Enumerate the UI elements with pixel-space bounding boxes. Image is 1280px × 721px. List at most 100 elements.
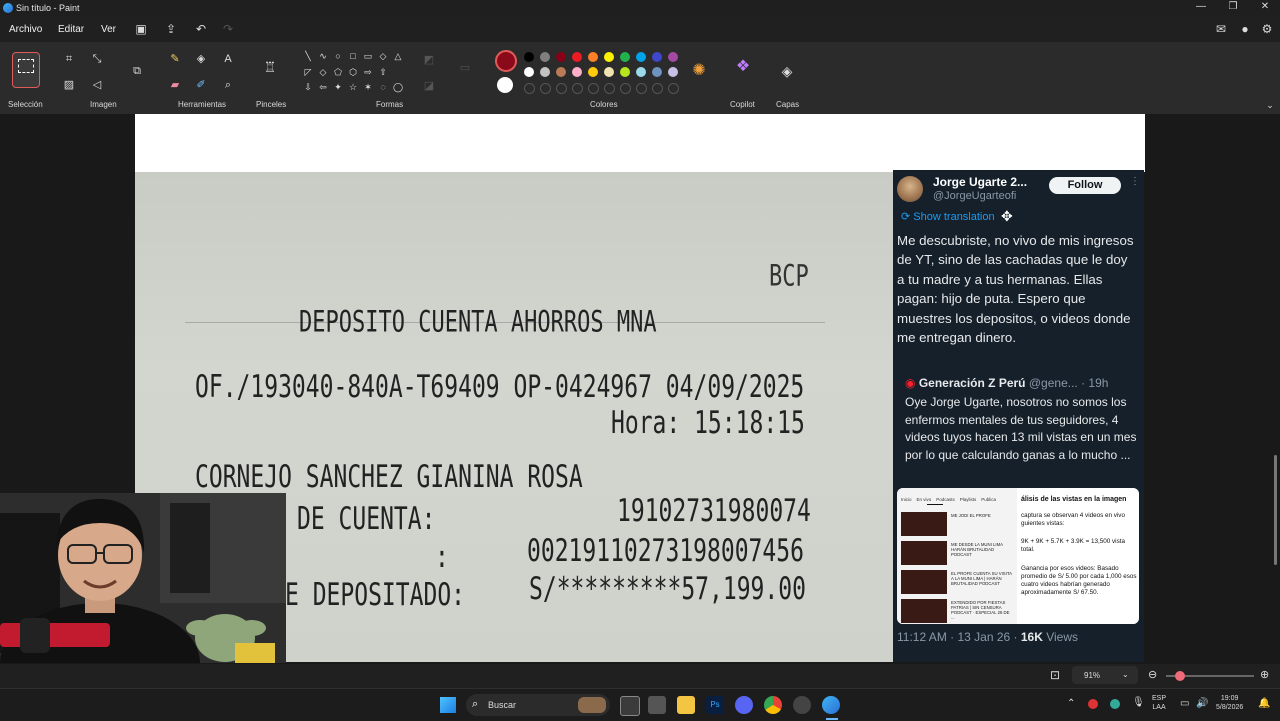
- shape-callout-oval[interactable]: ◯: [392, 81, 404, 93]
- quoted-tweet-image[interactable]: Inicio En vivo Podcasts Playlists Public…: [897, 488, 1139, 624]
- shape-size-icon[interactable]: ▭: [456, 59, 474, 77]
- language-indicator[interactable]: ESP LAA: [1152, 694, 1166, 712]
- edit-colors-icon[interactable]: ✺: [690, 62, 708, 80]
- shape-hexagon[interactable]: ⬡: [347, 66, 359, 78]
- shape-rectangle[interactable]: □: [347, 50, 359, 62]
- outline-icon[interactable]: ◩: [420, 51, 438, 69]
- custom-color-slot[interactable]: [652, 83, 663, 94]
- pencil-icon[interactable]: ✎: [166, 50, 184, 68]
- palette-swatch[interactable]: [668, 67, 678, 77]
- fill-style-icon[interactable]: ◪: [420, 77, 438, 95]
- palette-swatch[interactable]: [588, 67, 598, 77]
- palette-swatch[interactable]: [668, 52, 678, 62]
- task-view-icon[interactable]: [620, 696, 640, 716]
- tray-app-icon[interactable]: [1110, 699, 1120, 709]
- palette-swatch[interactable]: [652, 67, 662, 77]
- palette-swatch[interactable]: [572, 67, 582, 77]
- app-icon[interactable]: [648, 696, 666, 714]
- shape-arrow-right[interactable]: ⇨: [362, 66, 374, 78]
- file-explorer-icon[interactable]: [677, 696, 695, 714]
- zoom-slider-track[interactable]: [1166, 671, 1254, 681]
- palette-swatch[interactable]: [620, 52, 630, 62]
- redo-icon[interactable]: ↷: [218, 20, 238, 38]
- zoom-select[interactable]: 91% ⌄: [1072, 666, 1138, 684]
- shape-rounded-rectangle[interactable]: ▭: [362, 50, 374, 62]
- palette-swatch[interactable]: [572, 52, 582, 62]
- tray-app-icon[interactable]: [1088, 699, 1098, 709]
- share-icon[interactable]: ⇪: [161, 20, 181, 38]
- network-icon[interactable]: ▭: [1180, 698, 1189, 709]
- rotate-icon[interactable]: ◁: [88, 76, 106, 94]
- custom-color-slot[interactable]: [540, 83, 551, 94]
- taskbar-search[interactable]: ⌕ Buscar: [466, 694, 610, 716]
- chrome-icon[interactable]: [764, 696, 782, 714]
- custom-color-slot[interactable]: [668, 83, 679, 94]
- custom-color-slot[interactable]: [572, 83, 583, 94]
- custom-color-slot[interactable]: [588, 83, 599, 94]
- zoom-out-icon[interactable]: ⊖: [1148, 668, 1157, 681]
- crop-icon[interactable]: ⌗: [60, 50, 78, 68]
- shape-polygon[interactable]: ◇: [377, 50, 389, 62]
- zoom-in-icon[interactable]: ⊕: [1260, 668, 1269, 681]
- shape-arrow-up[interactable]: ⇧: [377, 66, 389, 78]
- palette-swatch[interactable]: [540, 52, 550, 62]
- magnifier-icon[interactable]: ⌕: [219, 76, 237, 94]
- eraser-icon[interactable]: ▰: [166, 76, 184, 94]
- microphone-icon[interactable]: 🎙: [1132, 697, 1145, 708]
- shape-line[interactable]: ╲: [302, 50, 314, 62]
- menu-editar[interactable]: Editar: [58, 24, 84, 35]
- copilot-icon[interactable]: ❖: [734, 58, 752, 76]
- shape-pentagon[interactable]: ⬠: [332, 66, 344, 78]
- custom-color-slot[interactable]: [524, 83, 535, 94]
- shape-oval[interactable]: ○: [332, 50, 344, 62]
- shape-star-5[interactable]: ☆: [347, 81, 359, 93]
- palette-swatch[interactable]: [604, 52, 614, 62]
- custom-color-slot[interactable]: [636, 83, 647, 94]
- shape-right-triangle[interactable]: ◸: [302, 66, 314, 78]
- palette-swatch[interactable]: [588, 52, 598, 62]
- shape-callout-rect[interactable]: ◌: [377, 81, 389, 93]
- show-translation-link[interactable]: ⟳ Show translation: [901, 210, 995, 223]
- palette-swatch[interactable]: [636, 67, 646, 77]
- feedback-icon[interactable]: ✉: [1211, 20, 1231, 38]
- shape-triangle[interactable]: △: [392, 50, 404, 62]
- photoshop-icon[interactable]: Ps: [706, 696, 724, 714]
- custom-color-slot[interactable]: [556, 83, 567, 94]
- notifications-icon[interactable]: 🔔: [1258, 698, 1270, 709]
- chevron-up-icon[interactable]: ⌃: [1067, 698, 1075, 709]
- menu-ver[interactable]: Ver: [101, 24, 116, 35]
- remove-background-icon[interactable]: ▨: [60, 76, 78, 94]
- close-button[interactable]: ✕: [1248, 0, 1280, 16]
- zoom-slider-thumb[interactable]: [1174, 671, 1185, 681]
- shape-diamond[interactable]: ◇: [317, 66, 329, 78]
- image-effects-icon[interactable]: ⧉: [128, 62, 146, 80]
- paint-taskbar-icon[interactable]: [822, 696, 840, 714]
- clock[interactable]: 19:09 5/8/2026: [1216, 694, 1243, 712]
- brush-icon[interactable]: ♖: [261, 58, 279, 76]
- menu-archivo[interactable]: Archivo: [9, 24, 42, 35]
- palette-swatch[interactable]: [556, 67, 566, 77]
- follow-button[interactable]: Follow: [1049, 177, 1121, 194]
- shape-arrow-down[interactable]: ⇩: [302, 81, 314, 93]
- shape-arrow-left[interactable]: ⇦: [317, 81, 329, 93]
- tweet-author-name[interactable]: Jorge Ugarte 2...: [933, 175, 1027, 189]
- secondary-color-swatch[interactable]: [497, 77, 513, 93]
- ribbon-collapse-icon[interactable]: ⌄: [1261, 96, 1279, 114]
- primary-color-swatch[interactable]: [495, 50, 517, 72]
- palette-swatch[interactable]: [604, 67, 614, 77]
- shape-star-4[interactable]: ✦: [332, 81, 344, 93]
- minimize-button[interactable]: —: [1184, 0, 1218, 16]
- obs-icon[interactable]: [793, 696, 811, 714]
- vertical-scrollbar[interactable]: [1274, 455, 1277, 565]
- windows-start-icon[interactable]: [440, 697, 456, 713]
- text-icon[interactable]: A: [219, 50, 237, 68]
- quoted-tweet-header[interactable]: ◉ Generación Z Perú @gene... · 19h: [905, 376, 1108, 390]
- fit-to-window-icon[interactable]: ⊡: [1050, 668, 1060, 682]
- selection-tool[interactable]: [12, 52, 40, 88]
- settings-icon[interactable]: ⚙: [1257, 20, 1277, 38]
- layers-icon[interactable]: ◈: [778, 62, 796, 80]
- maximize-button[interactable]: ❐: [1216, 0, 1250, 16]
- save-icon[interactable]: ▣: [131, 20, 151, 38]
- shape-curve[interactable]: ∿: [317, 50, 329, 62]
- color-picker-icon[interactable]: ✐: [192, 76, 210, 94]
